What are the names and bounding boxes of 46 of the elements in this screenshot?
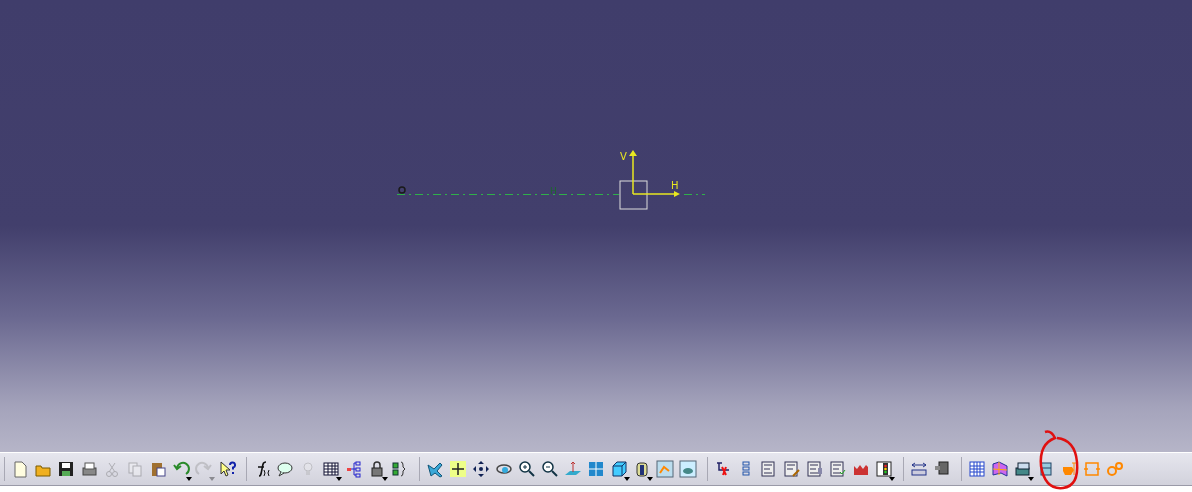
axis-label: H bbox=[671, 180, 679, 191]
body-icon bbox=[1060, 460, 1078, 478]
list-tree-icon bbox=[760, 460, 778, 478]
speech-bubble-icon bbox=[276, 460, 294, 478]
stacked-sheets-icon bbox=[1014, 460, 1032, 478]
origin-square bbox=[619, 180, 648, 210]
landscape-icon bbox=[679, 460, 697, 478]
cube-icon bbox=[610, 460, 628, 478]
broken-constraint-icon bbox=[714, 460, 732, 478]
scissors-icon bbox=[103, 460, 121, 478]
zoom-out-icon bbox=[541, 460, 559, 478]
list-icon bbox=[806, 460, 824, 478]
airplane-icon bbox=[426, 460, 444, 478]
list-pencil-icon bbox=[783, 460, 801, 478]
printer-icon bbox=[80, 460, 98, 478]
plane-normal-icon bbox=[564, 460, 582, 478]
origin-point bbox=[398, 186, 406, 194]
horizontal-axis-arrow bbox=[632, 191, 680, 197]
zoom-in-icon bbox=[518, 460, 536, 478]
construction-line bbox=[683, 194, 706, 195]
frame-icon bbox=[1083, 460, 1101, 478]
grid-icon bbox=[968, 460, 986, 478]
vertical-axis-arrow bbox=[629, 150, 637, 195]
axis-label: V bbox=[620, 151, 627, 162]
constraint-symbol: H bbox=[550, 186, 557, 196]
copy-icon bbox=[126, 460, 144, 478]
swap-view-icon bbox=[656, 460, 674, 478]
padlock-icon bbox=[368, 460, 386, 478]
list-check-icon bbox=[829, 460, 847, 478]
rainbow-mesh-icon bbox=[991, 460, 1009, 478]
fit-all-icon bbox=[449, 460, 467, 478]
cylinder-sheet-icon bbox=[1037, 460, 1055, 478]
pointer-question-icon bbox=[218, 460, 236, 478]
clipboard-icon bbox=[149, 460, 167, 478]
tree-diagram-icon bbox=[345, 460, 363, 478]
redo-arrow-icon bbox=[195, 460, 213, 478]
ruler-arrow-icon bbox=[910, 460, 928, 478]
four-views-icon bbox=[587, 460, 605, 478]
move-arrows-icon bbox=[472, 460, 490, 478]
undo-arrow-icon bbox=[172, 460, 190, 478]
table-icon bbox=[322, 460, 340, 478]
gears-icon bbox=[1106, 460, 1124, 478]
cylinder-icon bbox=[633, 460, 651, 478]
traffic-light-icon bbox=[875, 460, 893, 478]
new-document-icon bbox=[11, 460, 29, 478]
device-icon bbox=[933, 460, 951, 478]
